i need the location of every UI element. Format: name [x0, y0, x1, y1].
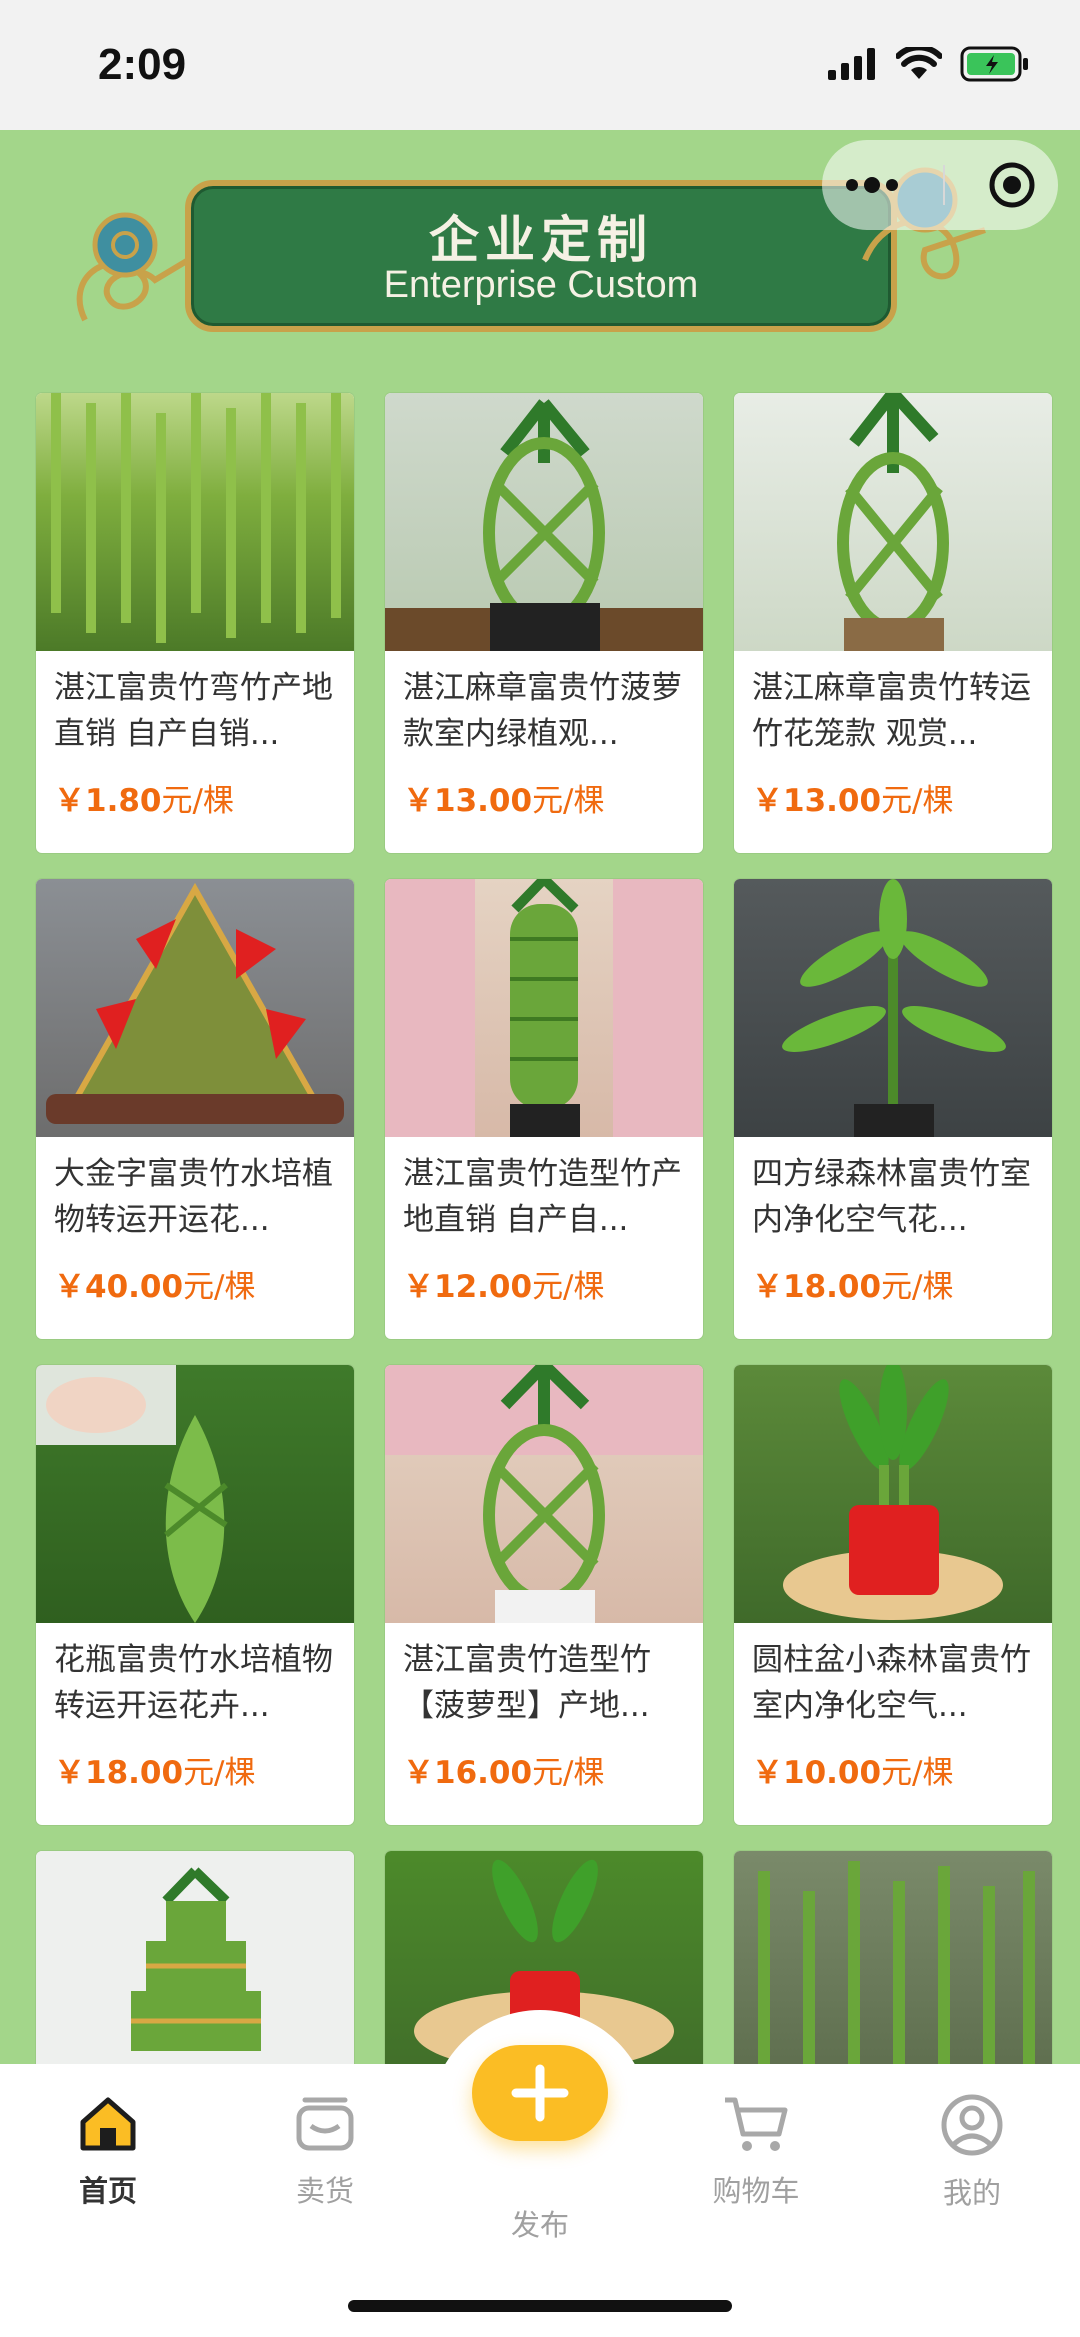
banner-plate: 企业定制 Enterprise Custom: [185, 180, 897, 332]
product-title: 大金字富贵竹水培植物转运开运花...: [54, 1156, 333, 1238]
product-card[interactable]: 湛江麻章富贵竹菠萝款室内绿植观... ￥13.00元/棵: [385, 393, 703, 853]
capsule-divider: [942, 165, 945, 205]
product-image: [36, 879, 354, 1137]
product-image: [36, 1365, 354, 1623]
product-title: 湛江麻章富贵竹转运竹花笼款 观赏...: [752, 670, 1031, 752]
product-image: [734, 1365, 1052, 1623]
product-price: ￥13.00元/棵: [752, 783, 954, 819]
status-bar: 2:09: [0, 0, 1080, 130]
status-time: 2:09: [98, 40, 187, 89]
product-price: ￥10.00元/棵: [752, 1755, 954, 1791]
product-card[interactable]: 湛江麻章富贵竹转运竹花笼款 观赏... ￥13.00元/棵: [734, 393, 1052, 853]
battery-icon: [960, 46, 1028, 82]
product-image: [385, 879, 703, 1137]
product-image: [734, 393, 1052, 651]
product-title: 湛江富贵竹弯竹产地直销 自产自销...: [54, 670, 333, 752]
product-title: 四方绿森林富贵竹室内净化空气花...: [752, 1156, 1031, 1238]
banner-title-en: Enterprise Custom: [383, 264, 699, 306]
product-card[interactable]: 湛江富贵竹弯竹产地直销 自产自销... ￥1.80元/棵: [36, 393, 354, 853]
bamboo-illustration: [385, 399, 703, 651]
tab-cart[interactable]: 购物车: [676, 2094, 836, 2210]
tab-cart-label: 购物车: [712, 2174, 800, 2208]
banner-title-cn: 企业定制: [429, 211, 653, 269]
home-icon: [80, 2097, 136, 2151]
tab-sell[interactable]: 卖货: [245, 2094, 405, 2210]
product-card[interactable]: 湛江富贵竹造型竹【菠萝型】产地... ￥16.00元/棵: [385, 1365, 703, 1825]
product-card[interactable]: 圆柱盆小森林富贵竹室内净化空气... ￥10.00元/棵: [734, 1365, 1052, 1825]
tab-publish[interactable]: 发布: [460, 2192, 620, 2244]
tab-publish-label: 发布: [510, 2208, 569, 2242]
bamboo-illustration: [51, 393, 341, 643]
tab-mine[interactable]: 我的: [892, 2094, 1052, 2212]
product-title: 湛江富贵竹造型竹产地直销 自产自...: [403, 1156, 682, 1238]
product-image: [385, 393, 703, 651]
product-card[interactable]: 大金字富贵竹水培植物转运开运花... ￥40.00元/棵: [36, 879, 354, 1339]
bamboo-illustration: [782, 879, 1006, 1137]
product-image: [385, 1365, 703, 1623]
product-price: ￥1.80元/棵: [54, 783, 234, 819]
home-indicator: [348, 2300, 732, 2312]
tab-sell-label: 卖货: [295, 2174, 354, 2208]
publish-fab-button[interactable]: [472, 2045, 608, 2141]
tab-mine-label: 我的: [942, 2176, 1001, 2210]
miniprogram-capsule: [822, 140, 1058, 230]
product-price: ￥16.00元/棵: [403, 1755, 605, 1791]
product-image: [734, 879, 1052, 1137]
cart-icon: [725, 2097, 788, 2151]
plus-icon: [511, 2064, 569, 2122]
bamboo-illustration: [385, 879, 703, 1137]
status-icons: [828, 46, 1030, 82]
bamboo-illustration: [837, 393, 949, 651]
product-title: 湛江富贵竹造型竹【菠萝型】产地...: [403, 1642, 651, 1724]
product-price: ￥40.00元/棵: [54, 1269, 256, 1305]
more-icon[interactable]: [844, 175, 900, 195]
tab-home[interactable]: 首页: [28, 2094, 188, 2210]
product-price: ￥18.00元/棵: [752, 1269, 954, 1305]
product-card[interactable]: 湛江富贵竹造型竹产地直销 自产自... ￥12.00元/棵: [385, 879, 703, 1339]
product-title: 圆柱盆小森林富贵竹室内净化空气...: [752, 1642, 1031, 1724]
bamboo-illustration: [385, 1365, 703, 1623]
signal-icon: [828, 48, 875, 80]
product-price: ￥18.00元/棵: [54, 1755, 256, 1791]
product-card[interactable]: 四方绿森林富贵竹室内净化空气花... ￥18.00元/棵: [734, 879, 1052, 1339]
product-title: 花瓶富贵竹水培植物转运开运花卉...: [54, 1642, 333, 1724]
wifi-icon: [896, 47, 942, 79]
user-icon: [941, 2094, 1003, 2156]
product-price: ￥12.00元/棵: [403, 1269, 605, 1305]
sell-icon: [296, 2097, 354, 2151]
product-title: 湛江麻章富贵竹菠萝款室内绿植观...: [403, 670, 682, 752]
bamboo-illustration: [783, 1365, 1003, 1620]
bamboo-illustration: [46, 882, 344, 1124]
record-icon[interactable]: [988, 161, 1036, 209]
product-price: ￥13.00元/棵: [403, 783, 605, 819]
tab-home-label: 首页: [78, 2174, 137, 2208]
bamboo-illustration: [36, 1365, 228, 1623]
product-image: [36, 393, 354, 651]
product-card[interactable]: 花瓶富贵竹水培植物转运开运花卉... ￥18.00元/棵: [36, 1365, 354, 1825]
